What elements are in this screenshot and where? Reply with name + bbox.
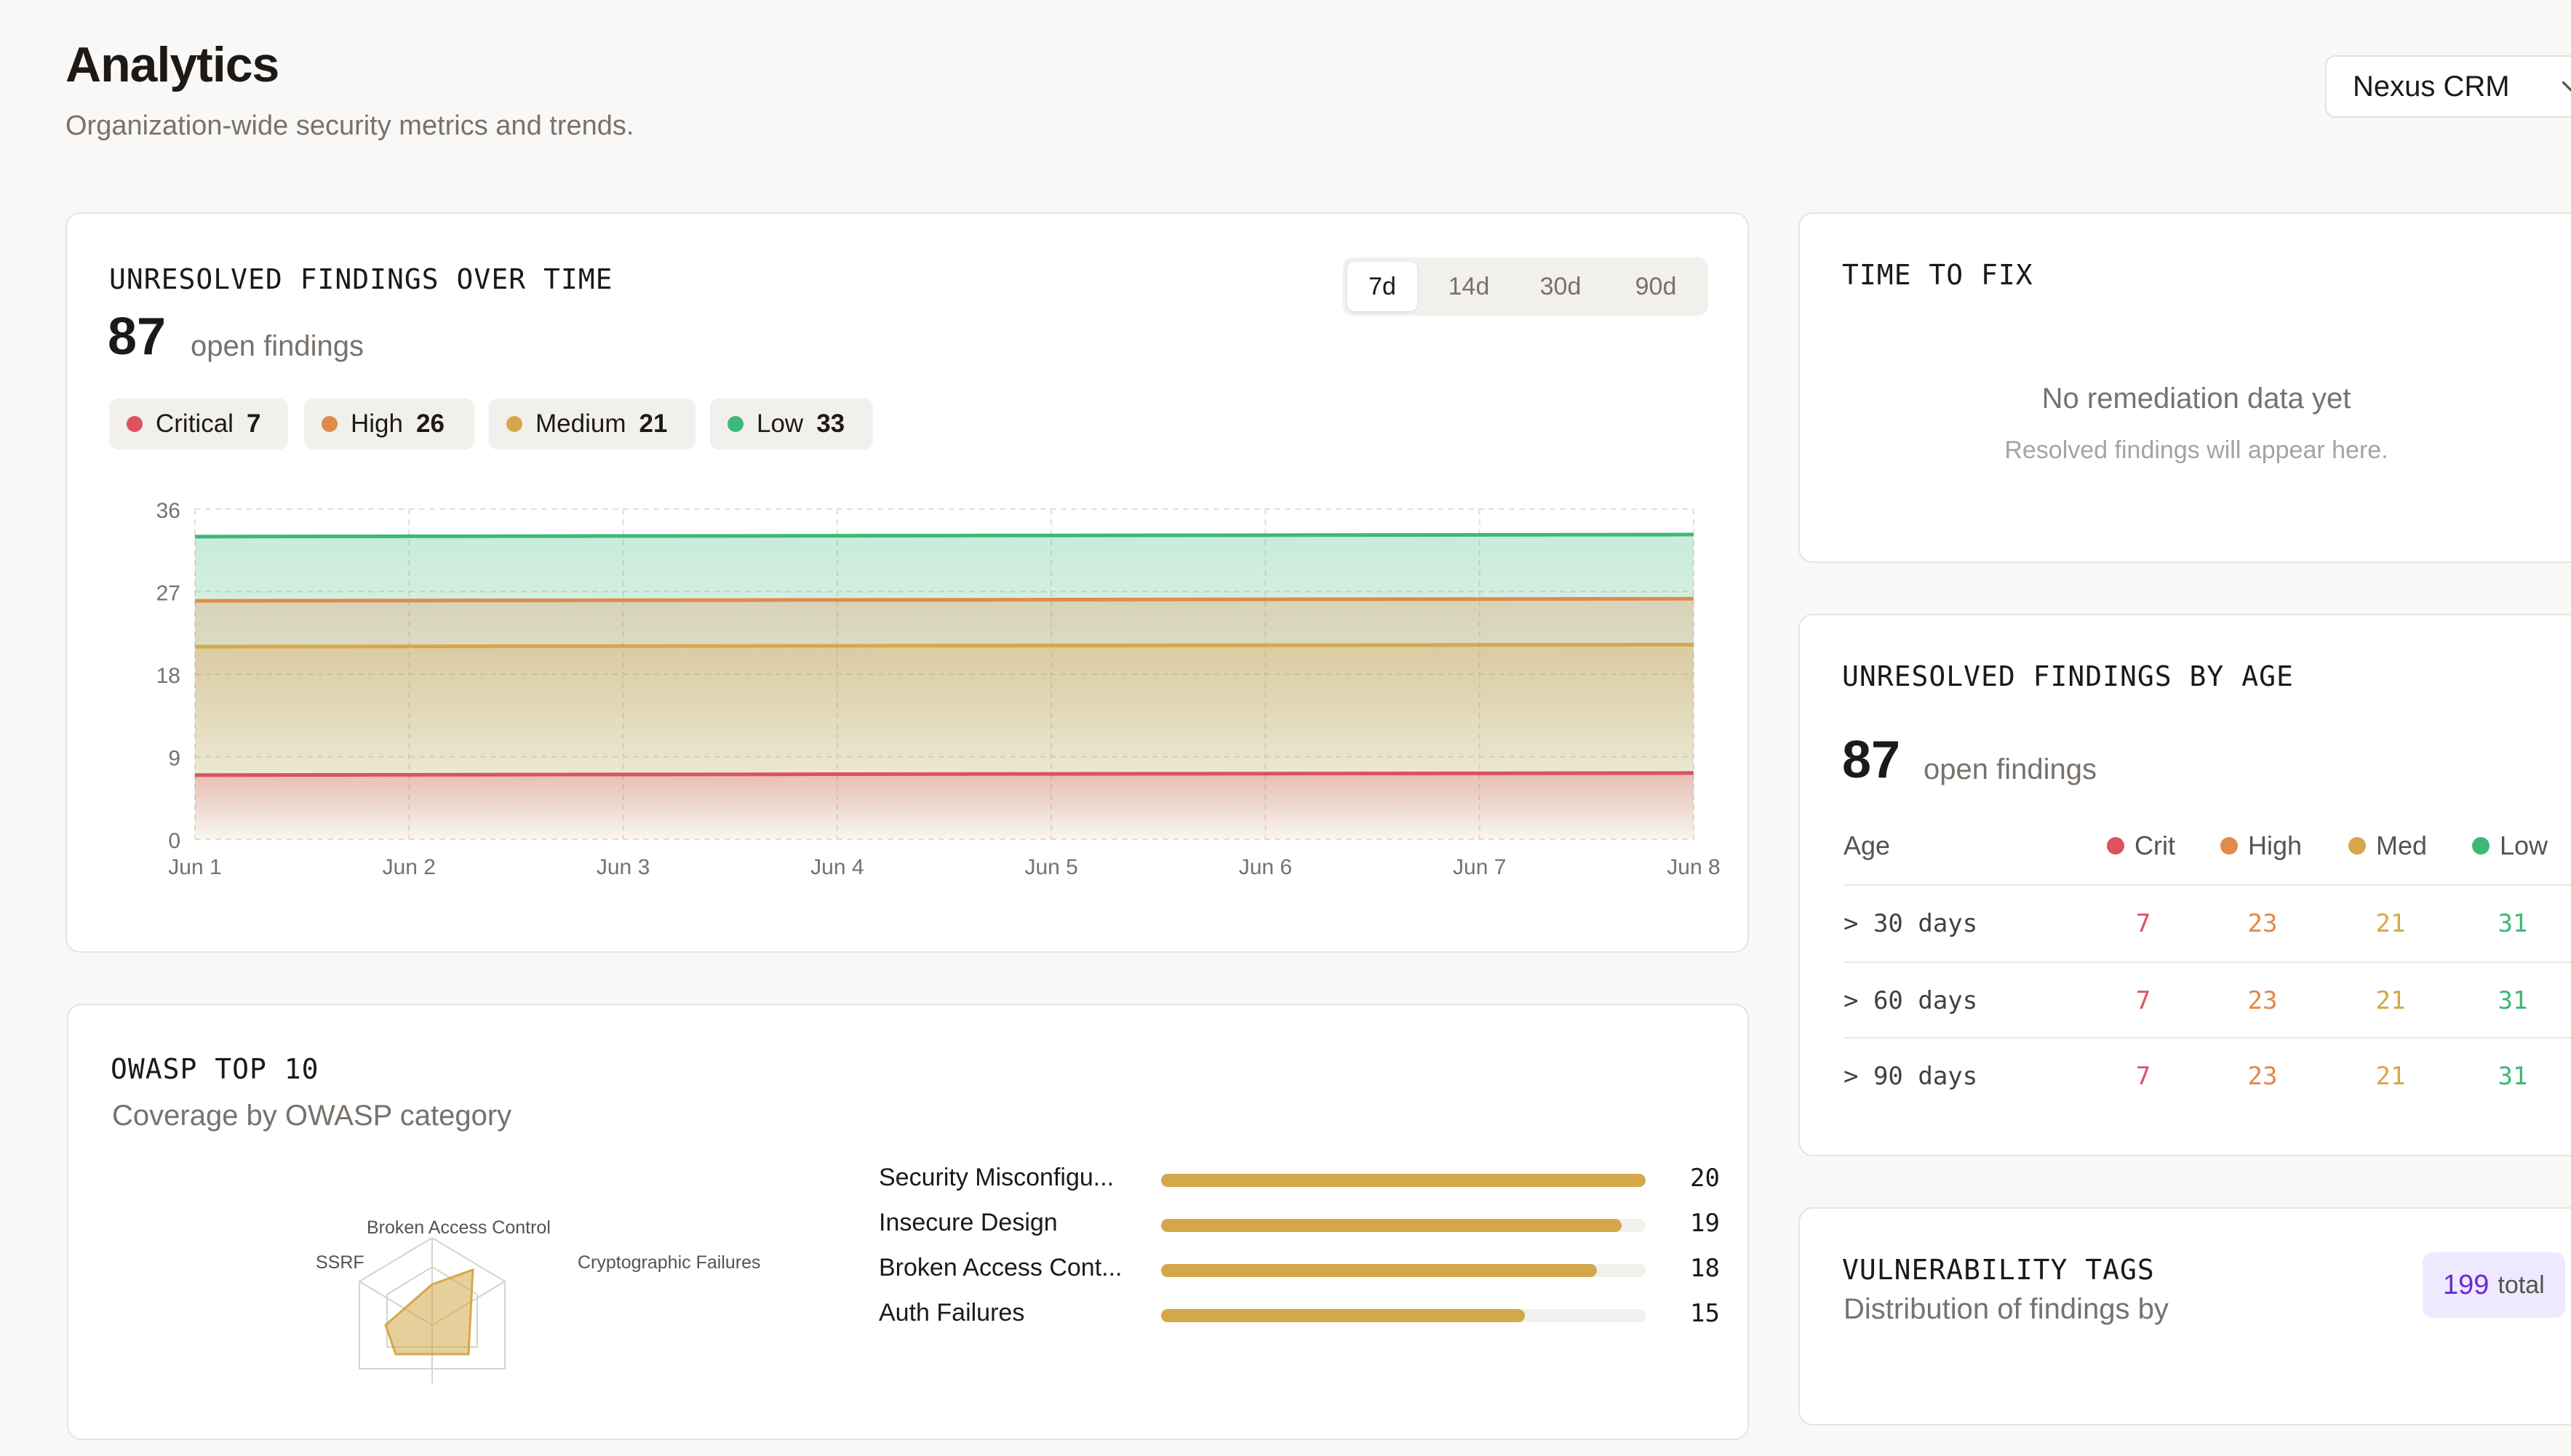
owasp-bar-track — [1161, 1309, 1646, 1322]
card-subtitle: Distribution of findings by — [1843, 1293, 2169, 1325]
column-label: Crit — [2134, 831, 2175, 860]
line-medium — [194, 642, 1694, 649]
age-low-value: 31 — [2498, 986, 2528, 1015]
age-row-label: > 30 days — [1843, 909, 1978, 938]
x-tick-label: Jun 2 — [383, 855, 436, 879]
project-select[interactable]: Nexus CRM — [2325, 55, 2571, 118]
x-tick-label: Jun 8 — [1667, 855, 1720, 879]
high-dot — [2220, 837, 2238, 855]
area-critical — [195, 772, 1694, 839]
owasp-bar-track — [1161, 1264, 1646, 1277]
card-title: OWASP TOP 10 — [111, 1053, 319, 1085]
age-high-value: 23 — [2247, 1062, 2278, 1091]
owasp-bar-label: Broken Access Cont... — [879, 1254, 1123, 1281]
x-tick-label: Jun 4 — [810, 855, 864, 879]
owasp-top-10-card: OWASP TOP 10 Coverage by OWASP category … — [67, 1004, 1749, 1440]
age-med-value: 21 — [2375, 909, 2406, 938]
age-column-header: Age — [1843, 831, 1890, 861]
total-count: 199 — [2443, 1269, 2490, 1300]
line-low — [194, 532, 1694, 539]
total-badge: 199 total — [2423, 1252, 2565, 1318]
line-critical — [194, 771, 1694, 777]
empty-state-subtitle: Resolved findings will appear here. — [2004, 436, 2388, 464]
owasp-bar-label: Insecure Design — [879, 1209, 1058, 1236]
radar-label: Broken Access Control — [367, 1217, 551, 1238]
y-tick-label: 27 — [156, 582, 180, 606]
age-med-value: 21 — [2375, 1062, 2406, 1091]
age-med-value: 21 — [2375, 986, 2406, 1015]
row-divider — [1843, 1037, 2571, 1039]
age-crit-value: 7 — [2135, 1062, 2151, 1091]
y-tick-label: 0 — [168, 829, 180, 853]
age-row-label: > 60 days — [1843, 986, 1978, 1015]
column-header-crit: Crit — [2107, 831, 2175, 861]
age-header-label: Age — [1843, 831, 1891, 860]
vulnerability-tags-card: VULNERABILITY TAGS 199 total Distributio… — [1798, 1207, 2571, 1425]
open-findings-count: 87 — [1842, 731, 1901, 789]
age-crit-value: 7 — [2135, 986, 2151, 1015]
findings-over-time-card: UNRESOLVED FINDINGS OVER TIME 7d 14d 30d… — [65, 212, 1749, 953]
owasp-bar-track — [1161, 1174, 1646, 1187]
radar-label: SSRF — [316, 1252, 364, 1273]
y-tick-label: 9 — [168, 747, 180, 771]
owasp-bar-value: 20 — [1690, 1164, 1720, 1193]
card-title: VULNERABILITY TAGS — [1842, 1254, 2155, 1286]
med-dot — [2348, 837, 2366, 855]
age-crit-value: 7 — [2135, 909, 2151, 938]
x-tick-label: Jun 5 — [1024, 855, 1077, 879]
age-high-value: 23 — [2247, 909, 2278, 938]
x-tick-label: Jun 1 — [168, 855, 221, 879]
column-label: Med — [2376, 831, 2428, 860]
owasp-bar-value: 15 — [1690, 1299, 1720, 1328]
open-findings-label: open findings — [1924, 753, 2097, 785]
page-subtitle: Organization-wide security metrics and t… — [65, 111, 634, 141]
findings-by-age-card: UNRESOLVED FINDINGS BY AGE 87 open findi… — [1798, 614, 2571, 1156]
radar-shape — [384, 1268, 474, 1356]
row-divider — [1843, 961, 2571, 963]
card-title: UNRESOLVED FINDINGS BY AGE — [1842, 660, 2294, 692]
owasp-bar-value: 19 — [1690, 1209, 1720, 1238]
age-low-value: 31 — [2498, 909, 2528, 938]
x-tick-label: Jun 7 — [1453, 855, 1506, 879]
owasp-bar-label: Security Misconfigu... — [879, 1164, 1115, 1191]
age-row-label: > 90 days — [1843, 1062, 1978, 1091]
radar-label: Cryptographic Failures — [578, 1252, 761, 1273]
column-header-med: Med — [2348, 831, 2427, 861]
owasp-bar-track — [1161, 1219, 1646, 1232]
chevron-down-icon — [2562, 81, 2571, 92]
column-label: Low — [2500, 831, 2548, 860]
card-subtitle: Coverage by OWASP category — [112, 1100, 512, 1132]
crit-dot — [2107, 837, 2124, 855]
age-low-value: 31 — [2498, 1062, 2528, 1091]
line-high — [194, 596, 1694, 603]
owasp-bar-value: 18 — [1690, 1254, 1720, 1283]
owasp-bar-fill — [1161, 1309, 1525, 1322]
x-tick-label: Jun 3 — [597, 855, 650, 879]
card-title: TIME TO FIX — [1842, 259, 2033, 291]
y-tick-label: 36 — [156, 499, 180, 523]
low-dot — [2472, 837, 2490, 855]
owasp-bar-fill — [1161, 1174, 1646, 1187]
y-tick-label: 18 — [156, 664, 180, 688]
time-to-fix-card: TIME TO FIX No remediation data yet Reso… — [1798, 212, 2571, 563]
empty-state-title: No remediation data yet — [2041, 383, 2351, 415]
owasp-bar-fill — [1161, 1219, 1622, 1232]
page-title: Analytics — [65, 37, 279, 92]
owasp-bar-fill — [1161, 1264, 1598, 1277]
total-word: total — [2498, 1271, 2545, 1299]
owasp-bar-label: Auth Failures — [879, 1299, 1025, 1327]
column-label: High — [2248, 831, 2303, 860]
project-select-value: Nexus CRM — [2353, 70, 2510, 103]
column-header-high: High — [2220, 831, 2302, 861]
column-header-low: Low — [2472, 831, 2548, 861]
age-high-value: 23 — [2247, 986, 2278, 1015]
findings-area-chart: 0 9 18 27 36 Jun 1 Jun 2 Jun 3 Jun 4 Jun 5 Jun 6 Ju… — [156, 499, 1721, 879]
x-tick-label: Jun 6 — [1239, 855, 1292, 879]
row-divider — [1843, 884, 2571, 886]
